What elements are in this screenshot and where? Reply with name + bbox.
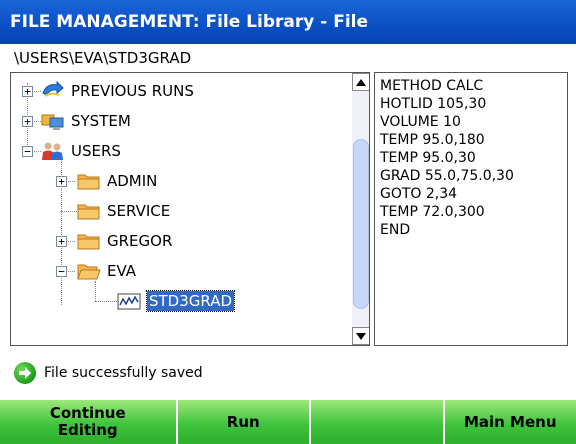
- tree-item-service[interactable]: SERVICE: [105, 201, 172, 221]
- tree-item-users[interactable]: USERS: [69, 141, 123, 161]
- method-line: HOTLID 105,30: [380, 96, 487, 112]
- expand-toggle[interactable]: +: [56, 176, 67, 187]
- main-menu-button[interactable]: Main Menu: [444, 400, 576, 444]
- tree-item-std3grad[interactable]: STD3GRAD: [145, 290, 236, 312]
- tree-connector: [95, 281, 96, 301]
- folder-icon: [77, 234, 100, 250]
- system-icon: [41, 114, 64, 130]
- folder-open-icon: [77, 264, 101, 280]
- expand-toggle[interactable]: +: [22, 86, 33, 97]
- run-button[interactable]: Run: [177, 400, 309, 444]
- tree-item-eva[interactable]: EVA: [105, 261, 138, 281]
- expand-toggle[interactable]: +: [22, 116, 33, 127]
- method-line: TEMP 72.0,300: [380, 204, 485, 220]
- scroll-down-button[interactable]: [352, 327, 369, 345]
- tree-connector: [95, 301, 117, 302]
- status-message: File successfully saved: [44, 365, 203, 381]
- arrow-right-icon: [14, 362, 36, 384]
- tree-item-system[interactable]: SYSTEM: [69, 111, 133, 131]
- continue-editing-button[interactable]: Continue Editing: [0, 400, 176, 444]
- file-tree[interactable]: + PREVIOUS RUNS + SYSTEM − USERS + ADMIN…: [10, 72, 370, 346]
- method-file-icon: [117, 293, 141, 310]
- triangle-down-icon: [356, 332, 366, 340]
- folder-icon: [77, 204, 100, 220]
- triangle-up-icon: [356, 78, 366, 86]
- window-title: FILE MANAGEMENT: File Library - File: [0, 0, 576, 44]
- method-line: VOLUME 10: [380, 114, 461, 130]
- tree-item-previous-runs[interactable]: PREVIOUS RUNS: [69, 81, 196, 101]
- collapse-toggle[interactable]: −: [56, 266, 67, 277]
- status-bar: File successfully saved: [14, 361, 203, 385]
- tree-item-gregor[interactable]: GREGOR: [105, 231, 174, 251]
- scroll-up-button[interactable]: [352, 73, 369, 91]
- tree-scrollbar[interactable]: [352, 73, 369, 345]
- collapse-toggle[interactable]: −: [22, 146, 33, 157]
- empty-softkey-button[interactable]: [311, 400, 443, 444]
- users-icon: [42, 142, 63, 160]
- method-preview: METHOD CALC HOTLID 105,30 VOLUME 10 TEMP…: [374, 72, 568, 346]
- method-line: METHOD CALC: [380, 78, 484, 94]
- tree-item-admin[interactable]: ADMIN: [105, 171, 159, 191]
- folder-icon: [77, 174, 100, 190]
- method-line: TEMP 95.0,180: [380, 132, 485, 148]
- footer-buttons: Continue Editing Run Main Menu: [0, 400, 576, 444]
- method-line: GRAD 55.0,75.0,30: [380, 168, 514, 184]
- method-line: TEMP 95.0,30: [380, 150, 476, 166]
- method-line: END: [380, 222, 411, 238]
- method-line: GOTO 2,34: [380, 186, 458, 202]
- expand-toggle[interactable]: +: [56, 236, 67, 247]
- scroll-thumb[interactable]: [353, 139, 369, 309]
- previous-runs-icon: [42, 81, 64, 97]
- current-path: \USERS\EVA\STD3GRAD: [14, 49, 192, 67]
